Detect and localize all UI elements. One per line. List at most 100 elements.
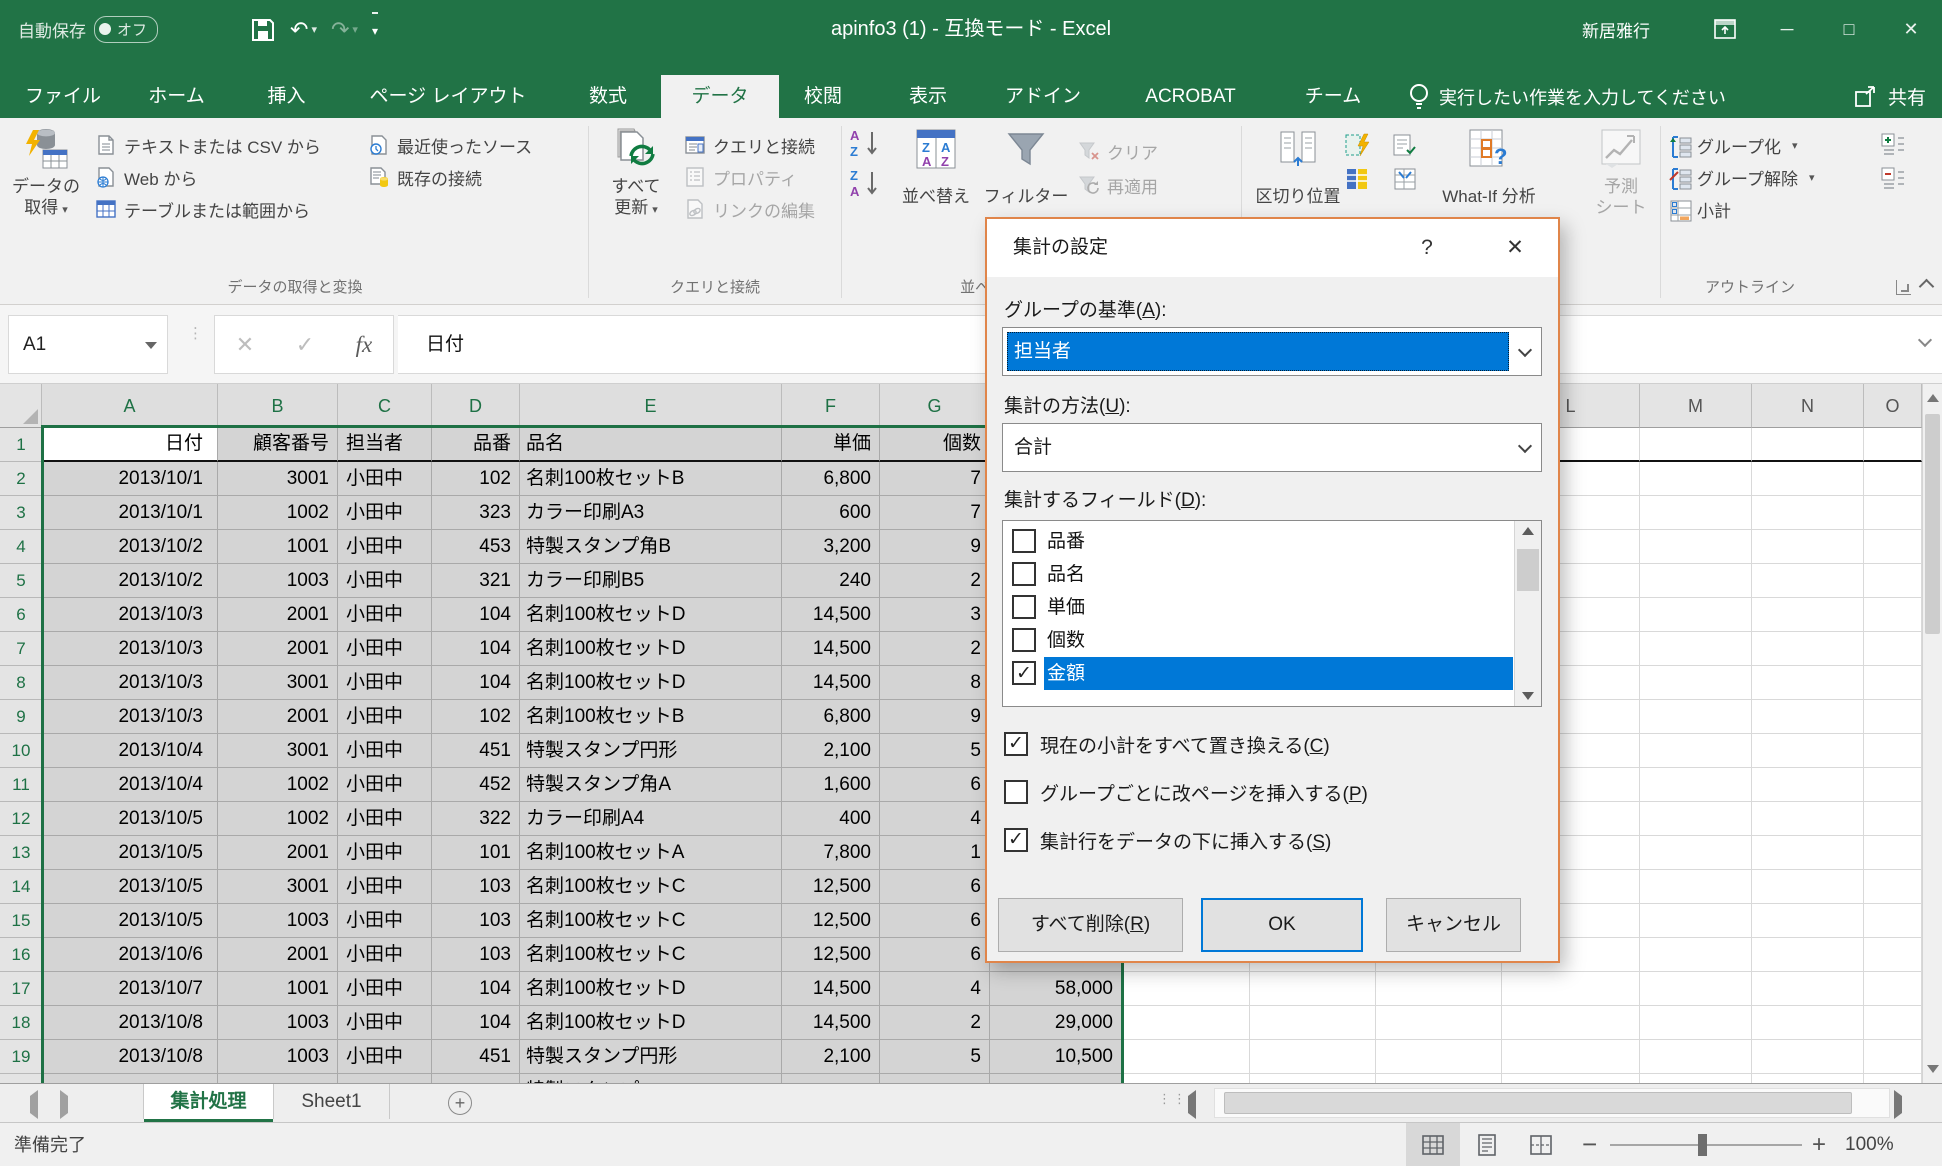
cell-B3[interactable]: 1002 (218, 496, 338, 530)
cell-K20[interactable] (1376, 1074, 1502, 1083)
insert-function-icon[interactable]: fx (356, 332, 373, 358)
cell-M19[interactable] (1640, 1040, 1752, 1074)
data-validation-icon[interactable] (1392, 132, 1418, 158)
cell-G19[interactable]: 5 (880, 1040, 990, 1074)
cell-B2[interactable]: 3001 (218, 462, 338, 496)
undo-dropdown-icon[interactable]: ▾ (311, 14, 317, 46)
cell-B1[interactable]: 顧客番号 (218, 428, 338, 462)
cell-D7[interactable]: 104 (432, 632, 520, 666)
cell-M2[interactable] (1640, 462, 1752, 496)
cell-O10[interactable] (1864, 734, 1922, 768)
tab-formulas[interactable]: 数式 (566, 75, 650, 118)
cell-G17[interactable]: 4 (880, 972, 990, 1006)
column-header-C[interactable]: C (338, 384, 432, 428)
cell-I20[interactable] (1124, 1074, 1250, 1083)
cell-F9[interactable]: 6,800 (782, 700, 880, 734)
cell-F3[interactable]: 600 (782, 496, 880, 530)
cell-L19[interactable] (1502, 1040, 1640, 1074)
cell-A12[interactable]: 2013/10/5 (42, 802, 218, 836)
cell-F20[interactable] (782, 1074, 880, 1083)
cell-D18[interactable]: 104 (432, 1006, 520, 1040)
cell-O18[interactable] (1864, 1006, 1922, 1040)
row-header-7[interactable]: 7 (0, 632, 42, 666)
cell-M17[interactable] (1640, 972, 1752, 1006)
refresh-all-button[interactable]: すべて更新▾ (596, 124, 676, 221)
cancel-button[interactable]: キャンセル (1386, 898, 1521, 952)
cell-O1[interactable] (1864, 428, 1922, 462)
ribbon-display-options-button[interactable] (1694, 0, 1756, 58)
row-header-4[interactable]: 4 (0, 530, 42, 564)
text-to-columns-button[interactable]: 区切り位置 (1246, 124, 1350, 207)
cell-B11[interactable]: 1002 (218, 768, 338, 802)
row-header-15[interactable]: 15 (0, 904, 42, 938)
cell-O9[interactable] (1864, 700, 1922, 734)
cell-D16[interactable]: 103 (432, 938, 520, 972)
from-text-csv-button[interactable]: テキストまたは CSV から (95, 130, 321, 160)
cell-E7[interactable]: 名刺100枚セットD (520, 632, 782, 666)
subtotal-field-0[interactable]: 品番 (1004, 525, 1513, 558)
cell-F19[interactable]: 2,100 (782, 1040, 880, 1074)
cell-M18[interactable] (1640, 1006, 1752, 1040)
cell-N14[interactable] (1752, 870, 1864, 904)
cell-A14[interactable]: 2013/10/5 (42, 870, 218, 904)
cell-G1[interactable]: 個数 (880, 428, 990, 462)
cell-N7[interactable] (1752, 632, 1864, 666)
cell-C19[interactable]: 小田中 (338, 1040, 432, 1074)
cell-D3[interactable]: 323 (432, 496, 520, 530)
cell-O11[interactable] (1864, 768, 1922, 802)
cell-L18[interactable] (1502, 1006, 1640, 1040)
row-header-5[interactable]: 5 (0, 564, 42, 598)
queries-connections-button[interactable]: クエリと接続 (684, 130, 815, 160)
cell-G9[interactable]: 9 (880, 700, 990, 734)
column-header-M[interactable]: M (1640, 384, 1752, 428)
remove-duplicates-icon[interactable] (1344, 166, 1370, 192)
cell-B9[interactable]: 2001 (218, 700, 338, 734)
close-button[interactable]: ✕ (1880, 0, 1942, 58)
cell-A8[interactable]: 2013/10/3 (42, 666, 218, 700)
row-header-10[interactable]: 10 (0, 734, 42, 768)
cell-D17[interactable]: 104 (432, 972, 520, 1006)
cell-O4[interactable] (1864, 530, 1922, 564)
dialog-close-button[interactable]: ✕ (1485, 219, 1545, 277)
cell-N2[interactable] (1752, 462, 1864, 496)
select-all-corner[interactable] (0, 384, 42, 428)
cell-M3[interactable] (1640, 496, 1752, 530)
cell-M13[interactable] (1640, 836, 1752, 870)
cell-F17[interactable]: 14,500 (782, 972, 880, 1006)
cell-E18[interactable]: 名刺100枚セットD (520, 1006, 782, 1040)
cell-G12[interactable]: 4 (880, 802, 990, 836)
cell-A19[interactable]: 2013/10/8 (42, 1040, 218, 1074)
tab-file[interactable]: ファイル (25, 75, 96, 118)
checkbox-checked-icon[interactable]: ✓ (1012, 661, 1036, 685)
cell-N10[interactable] (1752, 734, 1864, 768)
row-header-11[interactable]: 11 (0, 768, 42, 802)
cell-N11[interactable] (1752, 768, 1864, 802)
cell-E2[interactable]: 名刺100枚セットB (520, 462, 782, 496)
cell-G15[interactable]: 6 (880, 904, 990, 938)
tab-home[interactable]: ホーム (133, 75, 220, 118)
chevron-down-icon[interactable] (1518, 439, 1532, 453)
row-header-3[interactable]: 3 (0, 496, 42, 530)
cell-O5[interactable] (1864, 564, 1922, 598)
customize-qat-button[interactable]: ▾ (372, 12, 378, 47)
sheet-prev-icon[interactable] (30, 1096, 38, 1114)
cell-D13[interactable]: 101 (432, 836, 520, 870)
autosave-toggle[interactable]: 自動保存 オフ (18, 14, 158, 44)
filter-button[interactable]: フィルター (982, 124, 1070, 207)
what-if-analysis-button[interactable]: ? What-If 分析 (1424, 124, 1554, 207)
cell-G11[interactable]: 6 (880, 768, 990, 802)
cell-B13[interactable]: 2001 (218, 836, 338, 870)
cell-G4[interactable]: 9 (880, 530, 990, 564)
sheet-tab-0[interactable]: 集計処理 (143, 1084, 274, 1119)
minimize-button[interactable]: ─ (1756, 0, 1818, 58)
cell-L17[interactable] (1502, 972, 1640, 1006)
cell-H19[interactable]: 10,500 (990, 1040, 1124, 1074)
cell-A15[interactable]: 2013/10/5 (42, 904, 218, 938)
tell-me-box[interactable]: 実行したい作業を入力してください (1408, 75, 1726, 118)
cell-F15[interactable]: 12,500 (782, 904, 880, 938)
cell-A1[interactable]: 日付 (42, 428, 218, 462)
cell-E15[interactable]: 名刺100枚セットC (520, 904, 782, 938)
cell-O7[interactable] (1864, 632, 1922, 666)
cell-N13[interactable] (1752, 836, 1864, 870)
cell-N5[interactable] (1752, 564, 1864, 598)
